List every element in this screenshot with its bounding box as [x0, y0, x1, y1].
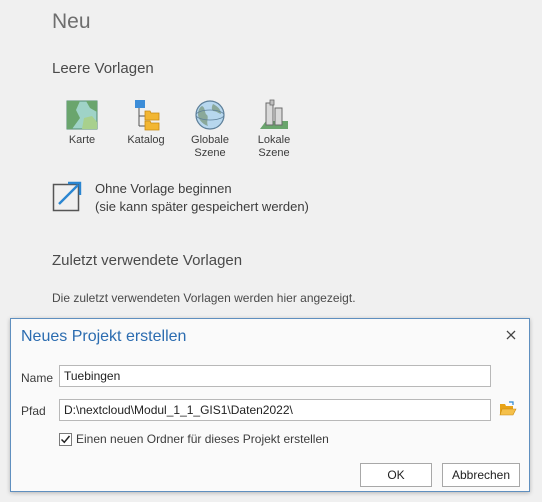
- globe-icon: [193, 98, 227, 132]
- name-field[interactable]: [59, 365, 491, 387]
- template-label: Globale: [191, 134, 229, 146]
- new-project-dialog: Neues Projekt erstellen Name Pfad Einen …: [10, 318, 530, 492]
- ok-button[interactable]: OK: [360, 463, 432, 487]
- dialog-title: Neues Projekt erstellen: [21, 328, 187, 345]
- path-label: Pfad: [21, 404, 46, 418]
- template-label: Karte: [68, 134, 96, 146]
- recent-templates-note: Die zuletzt verwendeten Vorlagen werden …: [52, 291, 356, 305]
- template-label-line2: Szene: [194, 147, 226, 159]
- page-title: Neu: [52, 10, 91, 33]
- local-scene-icon: [257, 98, 291, 132]
- catalog-icon: [129, 98, 163, 132]
- checkmark-icon: [60, 435, 71, 443]
- no-template-subtitle: (sie kann später gespeichert werden): [95, 199, 309, 214]
- no-template-title: Ohne Vorlage beginnen: [95, 181, 232, 196]
- name-label: Name: [21, 371, 54, 385]
- new-folder-option: Einen neuen Ordner für dieses Projekt er…: [59, 432, 329, 446]
- template-label: Lokale: [257, 134, 291, 146]
- template-global-scene[interactable]: Globale Szene: [178, 98, 242, 160]
- template-local-scene[interactable]: Lokale Szene: [242, 98, 306, 160]
- empty-templates-heading: Leere Vorlagen: [52, 60, 154, 77]
- start-without-template[interactable]: Ohne Vorlage beginnen (sie kann später g…: [52, 180, 309, 216]
- close-icon[interactable]: [503, 327, 519, 343]
- template-catalog[interactable]: Katalog: [114, 98, 178, 160]
- path-field[interactable]: [59, 399, 491, 421]
- template-label: Katalog: [127, 134, 165, 146]
- cancel-button[interactable]: Abbrechen: [442, 463, 520, 487]
- open-folder-icon[interactable]: [499, 401, 517, 417]
- open-external-arrow-icon: [52, 180, 82, 212]
- recent-templates-heading: Zuletzt verwendete Vorlagen: [52, 252, 243, 269]
- map-icon: [65, 98, 99, 132]
- new-folder-checkbox[interactable]: [59, 432, 72, 446]
- template-list: Karte Katalog Globale Szene Lokale Szene: [50, 98, 306, 160]
- new-folder-checkbox-label: Einen neuen Ordner für dieses Projekt er…: [76, 432, 329, 446]
- template-map[interactable]: Karte: [50, 98, 114, 160]
- template-label-line2: Szene: [258, 147, 290, 159]
